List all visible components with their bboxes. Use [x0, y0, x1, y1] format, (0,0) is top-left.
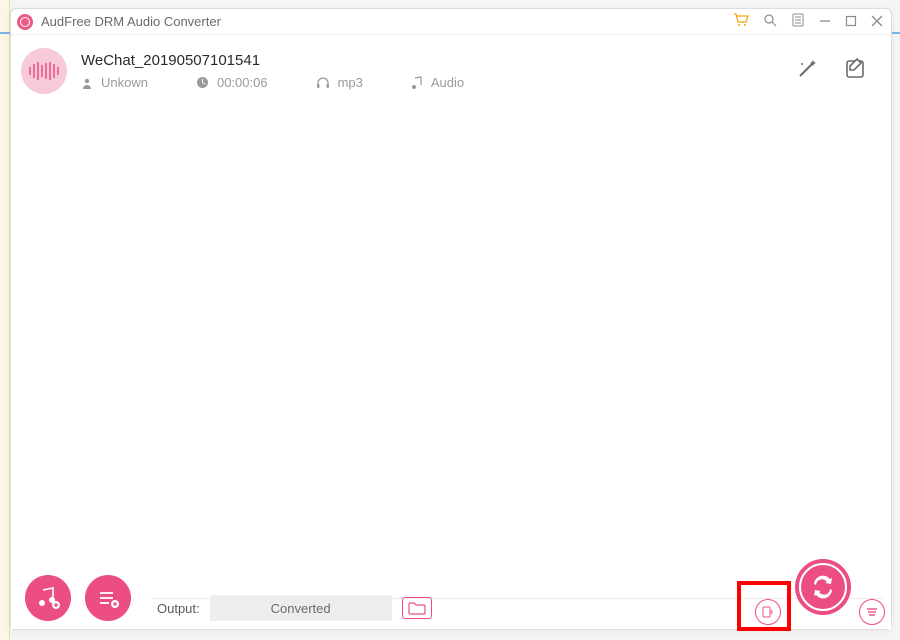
format-meta: mp3 — [316, 75, 363, 90]
output-label: Output: — [157, 601, 200, 616]
output-group: Output: Converted — [157, 595, 432, 621]
queue-button[interactable] — [859, 599, 885, 625]
clock-icon — [196, 76, 209, 89]
file-title: WeChat_20190507101541 — [81, 52, 795, 69]
file-actions — [795, 57, 871, 86]
background-sidebar-hint — [0, 0, 10, 640]
converted-tab[interactable]: Converted — [210, 595, 392, 621]
note-icon — [411, 76, 423, 90]
edit-button[interactable] — [843, 57, 867, 86]
cart-icon[interactable] — [733, 13, 749, 30]
content-area — [11, 99, 891, 629]
minimize-button[interactable] — [819, 14, 831, 30]
format-label: mp3 — [338, 75, 363, 90]
app-window: AudFree DRM Audio Converter — [10, 8, 892, 630]
duration-meta: 00:00:06 — [196, 75, 268, 90]
type-label: Audio — [431, 75, 464, 90]
file-meta-row: Unkown 00:00:06 mp3 Audio — [81, 75, 795, 90]
open-folder-button[interactable] — [402, 597, 432, 619]
converted-label: Converted — [271, 601, 331, 616]
add-list-button[interactable] — [85, 575, 131, 621]
titlebar-actions — [733, 13, 883, 30]
search-icon[interactable] — [763, 13, 777, 30]
artist-label: Unkown — [101, 75, 148, 90]
person-icon — [81, 77, 93, 89]
magic-wand-button[interactable] — [795, 57, 819, 86]
close-button[interactable] — [871, 14, 883, 30]
output-format-button[interactable] — [755, 599, 781, 625]
file-header: WeChat_20190507101541 Unkown 00:00:06 mp… — [11, 35, 891, 99]
duration-label: 00:00:06 — [217, 75, 268, 90]
highlight-annotation — [737, 581, 791, 631]
file-info: WeChat_20190507101541 Unkown 00:00:06 mp… — [81, 52, 795, 90]
type-meta: Audio — [411, 75, 464, 90]
add-music-button[interactable] — [25, 575, 71, 621]
headphones-icon — [316, 76, 330, 89]
app-title: AudFree DRM Audio Converter — [41, 14, 733, 29]
maximize-button[interactable] — [845, 14, 857, 30]
app-logo-icon — [17, 14, 33, 30]
artist-meta: Unkown — [81, 75, 148, 90]
titlebar: AudFree DRM Audio Converter — [11, 9, 891, 35]
menu-icon[interactable] — [791, 13, 805, 30]
convert-button[interactable] — [795, 559, 851, 615]
file-waveform-icon — [21, 48, 67, 94]
